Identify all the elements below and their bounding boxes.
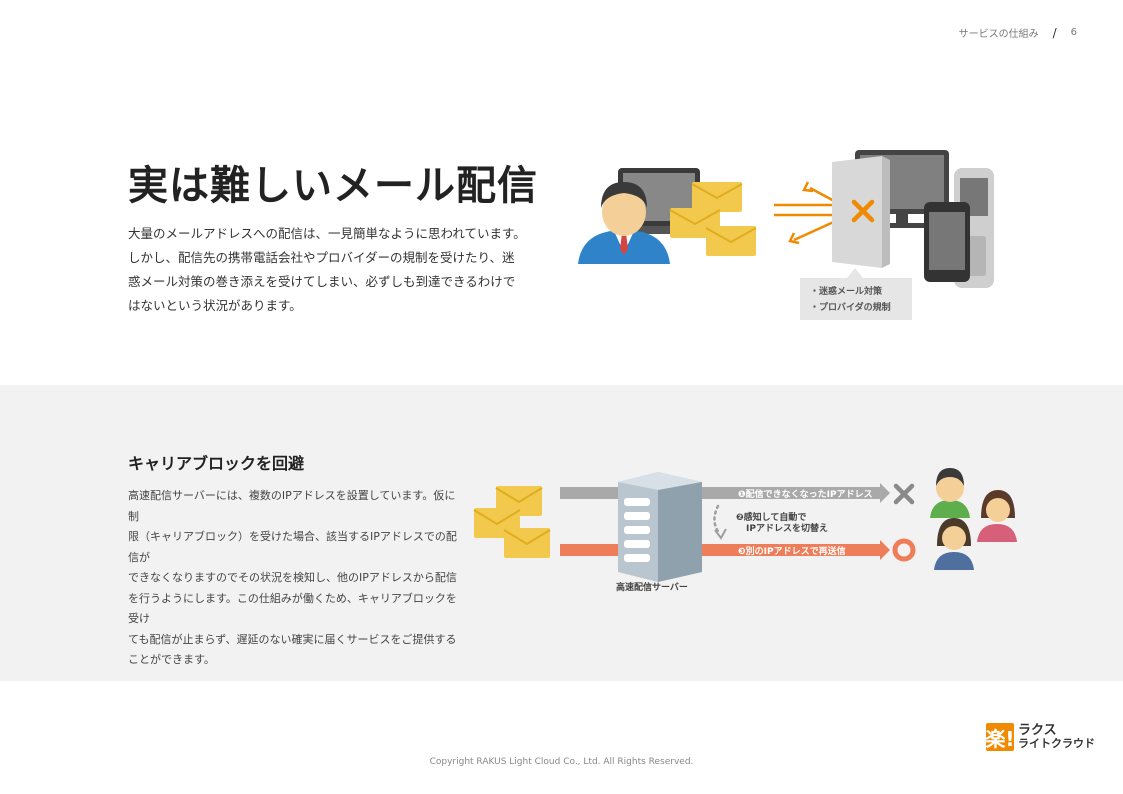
callout-item: ・迷惑メール対策 xyxy=(810,285,883,297)
callout-item: ・プロバイダの規制 xyxy=(810,301,891,313)
envelope-icon xyxy=(503,528,551,558)
logo-line1: ラクス xyxy=(1018,723,1057,738)
carrier-line: 高速配信サーバーには、複数のIPアドレスを設置しています。仮に制 xyxy=(128,489,456,523)
company-logo: 楽! ラクス ライトクラウド xyxy=(985,723,1095,751)
step1-label: ❶配信できなくなったIPアドレス xyxy=(738,488,873,500)
carrier-line: できなくなりますのでその状況を検知し、他のIPアドレスから配信 xyxy=(128,571,457,584)
logo-mark: 楽! xyxy=(985,723,1015,751)
resend-route-arrow: ❸別のIPアドレスで再送信 xyxy=(560,540,890,560)
envelope-icon xyxy=(691,182,743,212)
step3-label: ❸別のIPアドレスで再送信 xyxy=(738,545,846,557)
hero-line: 惑メール対策の巻き添えを受けてしまい、必ずしも到達できるわけで xyxy=(128,274,516,289)
person-icon xyxy=(930,468,970,518)
logo-line2: ライトクラウド xyxy=(1018,737,1095,750)
server-label: 高速配信サーバー xyxy=(616,581,688,593)
hero-line: 大量のメールアドレスへの配信は、一見簡単なように思われています。 xyxy=(128,226,526,241)
carrier-block-body: 高速配信サーバーには、複数のIPアドレスを設置しています。仮に制 限（キャリアブ… xyxy=(128,486,458,671)
hero-line: しかし、配信先の携帯電話会社やプロバイダーの規制を受けたり、迷 xyxy=(128,250,515,265)
blocked-arrows xyxy=(774,181,839,245)
carrier-line: 限（キャリアブロック）を受けた場合、該当するIPアドレスでの配信が xyxy=(128,530,457,564)
step2-label-line1: ❷感知して自動で xyxy=(736,511,806,523)
page-number: 6 xyxy=(1070,27,1077,38)
section-label: サービスの仕組み xyxy=(958,29,1039,40)
server-icon: 高速配信サーバー xyxy=(616,472,702,593)
header-separator: / xyxy=(1052,25,1057,40)
callout-box: ・迷惑メール対策 ・プロバイダの規制 xyxy=(800,268,912,320)
envelope-icon xyxy=(705,226,757,256)
page-header: サービスの仕組み / 6 xyxy=(958,25,1077,41)
mail-blocked-illustration: ・迷惑メール対策 ・プロバイダの規制 xyxy=(578,150,994,320)
carrier-line: を行うようにします。この仕組みが働くため、キャリアブロックを受け xyxy=(128,591,457,626)
carrier-block-title: キャリアブロックを回避 xyxy=(128,454,305,473)
ip-switch-illustration: ❶配信できなくなったIPアドレス ❸別のIPアドレスで再送信 高速配信サーバー … xyxy=(473,468,1017,593)
success-circle-icon xyxy=(892,538,916,562)
hero-body: 大量のメールアドレスへの配信は、一見簡単なように思われています。 しかし、配信先… xyxy=(128,222,528,318)
hero-line: はないという状況があります。 xyxy=(128,298,302,313)
blocked-route-arrow: ❶配信できなくなったIPアドレス xyxy=(560,483,890,503)
carrier-line: ても配信が止まらず、遅延のない確実に届くサービスをご提供する xyxy=(128,632,457,646)
carrier-line: ことができます。 xyxy=(128,653,215,666)
smartphone-icon xyxy=(924,202,970,282)
logo-text: ラクス ライトクラウド xyxy=(1018,724,1095,750)
copyright: Copyright RAKUS Light Cloud Co., Ltd. Al… xyxy=(429,757,694,767)
person-icon xyxy=(934,518,974,570)
hero-title: 実は難しいメール配信 xyxy=(128,163,538,209)
step2-label-line2: IPアドレスを切替え xyxy=(746,522,828,534)
person-icon xyxy=(977,490,1017,542)
fail-x-icon xyxy=(893,483,915,505)
